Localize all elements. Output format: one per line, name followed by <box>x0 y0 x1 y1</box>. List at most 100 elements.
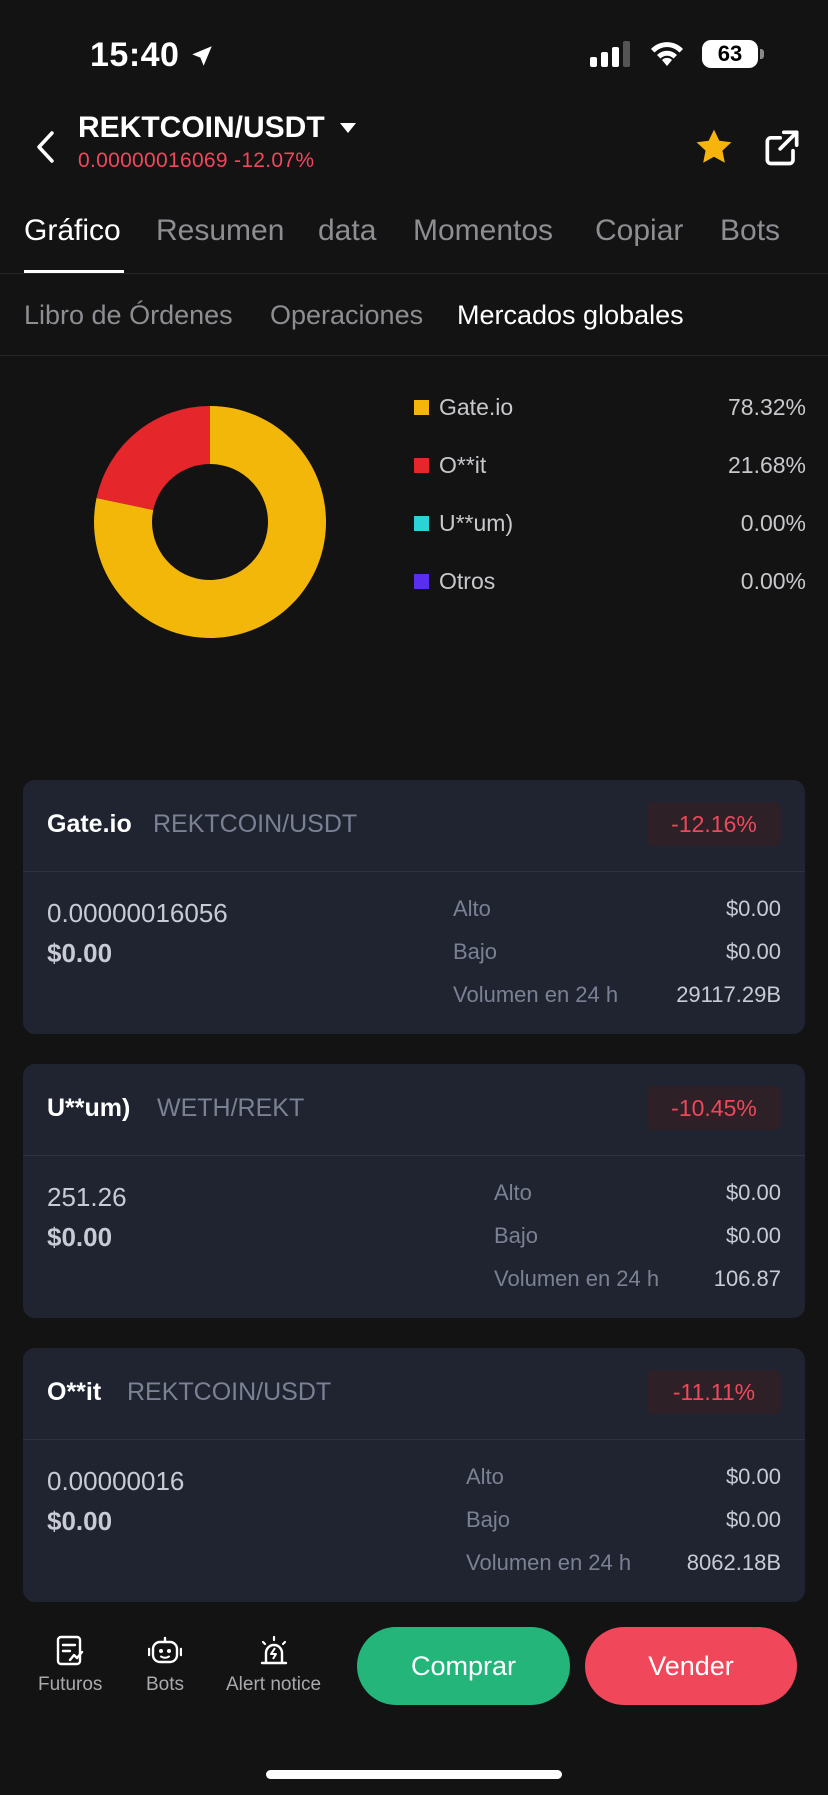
chevron-left-icon <box>37 131 54 163</box>
market-card[interactable]: O**it REKTCOIN/USDT -11.11% 0.00000016 $… <box>23 1348 805 1602</box>
volume-value: 106.87 <box>713 1266 781 1291</box>
nav-bots[interactable]: Bots <box>146 1634 184 1696</box>
legend-label: Otros <box>439 567 496 594</box>
chart-legend: Gate.io 78.32% O**it 21.68% U**um) 0.00%… <box>414 378 806 610</box>
volume-label: Volumen en 24 h <box>453 982 619 1007</box>
high-label: Alto <box>466 1464 504 1489</box>
external-link-icon <box>765 130 799 166</box>
battery-indicator: 63 <box>702 40 764 68</box>
clock-label: 15:40 <box>90 36 180 74</box>
nav-futures-label: Futuros <box>38 1674 103 1695</box>
market-card-header: U**um) WETH/REKT -10.45% <box>23 1064 805 1156</box>
robot-icon <box>148 1634 183 1668</box>
high-value: $0.00 <box>725 896 781 921</box>
tab-resumen[interactable]: Resumen <box>156 214 284 248</box>
market-pair: REKTCOIN/USDT <box>153 810 358 838</box>
legend-item: U**um) 0.00% <box>414 494 806 552</box>
exchange-name: Gate.io <box>47 810 132 838</box>
buy-button[interactable]: Comprar <box>357 1627 570 1705</box>
subtab-order-book[interactable]: Libro de Órdenes <box>24 300 233 331</box>
change-badge: -10.45% <box>647 1086 781 1130</box>
high-label: Alto <box>494 1180 532 1205</box>
legend-swatch <box>414 399 429 415</box>
low-value: $0.00 <box>725 1223 781 1248</box>
subtab-trades[interactable]: Operaciones <box>270 300 423 331</box>
share-button[interactable] <box>760 125 804 169</box>
low-label: Bajo <box>453 939 498 964</box>
market-price: 251.26 <box>47 1182 127 1212</box>
low-label: Bajo <box>466 1507 511 1532</box>
market-pair: WETH/REKT <box>157 1094 305 1122</box>
status-indicators: 63 <box>590 40 764 68</box>
legend-swatch <box>414 573 429 589</box>
legend-value: 0.00% <box>740 509 806 536</box>
volume-label: Volumen en 24 h <box>466 1550 632 1575</box>
volume-value: 8062.18B <box>686 1550 781 1575</box>
legend-label: O**it <box>439 451 487 478</box>
status-time: 15:40 <box>90 36 215 75</box>
location-arrow-icon <box>192 45 213 66</box>
nav-futures[interactable]: Futuros <box>38 1634 102 1696</box>
legend-value: 78.32% <box>727 393 806 420</box>
pair-change: -12.07% <box>234 149 315 172</box>
market-price-usd: $0.00 <box>47 1506 113 1536</box>
legend-value: 21.68% <box>727 451 806 478</box>
active-tab-indicator <box>24 270 124 273</box>
pair-selector[interactable]: REKTCOIN/USDT <box>78 111 357 145</box>
tab-data[interactable]: data <box>318 214 376 248</box>
market-price: 0.00000016056 <box>47 898 228 928</box>
exchange-name: O**it <box>47 1378 102 1406</box>
status-bar: 15:40 63 <box>0 0 828 110</box>
legend-swatch <box>414 457 429 473</box>
legend-label: U**um) <box>439 509 514 536</box>
tab-bots[interactable]: Bots <box>720 214 780 248</box>
main-tabs: Gráfico Resumen data Momentos Copiar Bot… <box>0 200 828 274</box>
market-card[interactable]: U**um) WETH/REKT -10.45% 251.26 $0.00 Al… <box>23 1064 805 1318</box>
legend-item: Otros 0.00% <box>414 552 806 610</box>
cellular-signal-icon <box>590 41 630 67</box>
exchange-name: U**um) <box>47 1094 131 1122</box>
volume-label: Volumen en 24 h <box>494 1266 660 1291</box>
bottom-action-bar: Futuros Bots Alert notice Comprar Vender <box>0 1612 828 1722</box>
sub-tabs: Libro de Órdenes Operaciones Mercados gl… <box>0 296 828 356</box>
legend-item: Gate.io 78.32% <box>414 378 806 436</box>
pair-price: 0.00000016069 <box>78 149 228 172</box>
favorite-button[interactable] <box>692 125 736 169</box>
tab-grafico[interactable]: Gráfico <box>24 214 121 248</box>
market-card[interactable]: Gate.io REKTCOIN/USDT -12.16% 0.00000016… <box>23 780 805 1034</box>
market-price-usd: $0.00 <box>47 1222 113 1252</box>
donut-slice-o-it <box>96 406 210 510</box>
home-indicator[interactable] <box>266 1770 562 1779</box>
change-badge: -11.11% <box>647 1370 781 1414</box>
back-button[interactable] <box>26 125 66 169</box>
futures-icon <box>53 1634 87 1668</box>
star-icon <box>696 129 732 163</box>
pair-header: REKTCOIN/USDT 0.00000016069 -12.07% <box>0 105 828 185</box>
volume-value: 29117.29B <box>676 982 781 1007</box>
nav-alert-notice[interactable]: Alert notice <box>226 1634 321 1696</box>
low-value: $0.00 <box>725 939 781 964</box>
low-label: Bajo <box>494 1223 539 1248</box>
wifi-icon <box>651 42 683 66</box>
donut-chart <box>94 406 326 638</box>
high-label: Alto <box>453 896 491 921</box>
legend-swatch <box>414 515 429 531</box>
market-share-chart <box>86 398 334 646</box>
subtab-global-markets[interactable]: Mercados globales <box>457 300 684 331</box>
tab-momentos[interactable]: Momentos <box>413 214 553 248</box>
tab-copiar[interactable]: Copiar <box>595 214 683 248</box>
nav-bots-label: Bots <box>146 1674 185 1695</box>
legend-label: Gate.io <box>439 393 514 420</box>
high-value: $0.00 <box>725 1464 781 1489</box>
market-price-usd: $0.00 <box>47 938 113 968</box>
pair-price-change: 0.00000016069 -12.07% <box>78 149 314 173</box>
low-value: $0.00 <box>725 1507 781 1532</box>
change-badge: -12.16% <box>647 802 781 846</box>
pair-name: REKTCOIN/USDT <box>78 111 325 144</box>
market-pair: REKTCOIN/USDT <box>127 1378 332 1406</box>
high-value: $0.00 <box>725 1180 781 1205</box>
caret-down-icon <box>339 123 356 133</box>
sell-button[interactable]: Vender <box>585 1627 797 1705</box>
legend-item: O**it 21.68% <box>414 436 806 494</box>
battery-level: 63 <box>717 41 743 66</box>
